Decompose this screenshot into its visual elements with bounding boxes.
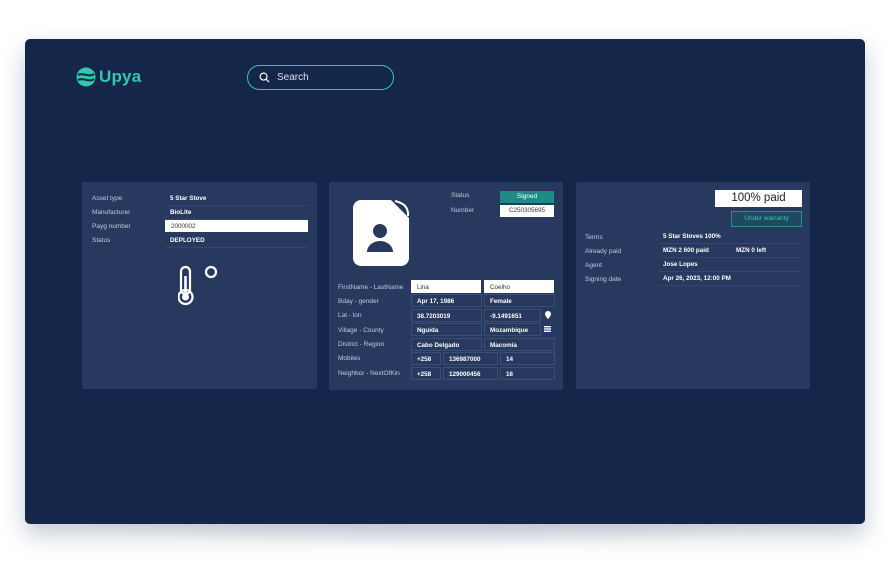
client-card: Status Signed Number C250305695 FirstNam… [329,182,563,390]
district-value: Cabo Delgado [411,338,482,351]
village-value: Nguida [411,323,482,336]
agent-value: Jose Lopes [663,261,698,268]
neighbor-count: 16 [500,367,555,380]
client-number-label: Number [451,207,475,214]
neighbor-label: Neighbor - NextOfKin [338,370,400,377]
upya-logo-icon [76,67,96,87]
divider [165,247,308,248]
name-label: FirstName - LastName [338,284,404,291]
divider [658,257,801,258]
agent-label: Agent [585,262,602,269]
lat-value: 38.7203019 [411,309,482,322]
asset-card: Asset type 5 Star Stove Manufacturer Bio… [82,182,317,389]
status-value: DEPLOYED [170,237,205,244]
manufacturer-value: BioLite [170,209,192,216]
asset-type-value: 5 Star Stove [170,195,207,202]
lat-lon-label: Lat - lon [338,312,362,319]
divider [658,271,801,272]
mobiles-label: Mobiles [338,355,361,362]
neighbor-prefix: +258 [411,367,441,380]
mobile-count: 14 [500,352,555,365]
status-label: Status [92,237,111,244]
user-file-icon [353,198,411,266]
manufacturer-label: Manufacturer [92,209,131,216]
asset-type-label: Asset type [92,195,123,202]
payg-number-label: Payg number [92,223,131,230]
already-paid-value: MZN 2 600 paid [663,247,709,254]
first-name-field[interactable]: Lina [411,280,481,293]
already-paid-label: Already paid [585,248,622,255]
terms-value: 5 Star Stoves 100% [663,233,721,240]
village-county-label: Village - County [338,327,384,334]
search-bar[interactable] [247,65,394,90]
county-value: Mozambique [484,323,541,336]
thermometer-icon [178,265,218,306]
contract-card: 100% paid Under warranty Terms 5 Star St… [576,182,810,389]
mobile-number: 136987000 [443,352,498,365]
payg-number-field[interactable]: 2000002 [165,220,308,232]
search-input[interactable] [277,72,377,83]
brand-name: Upya [99,67,142,86]
bday-value: Apr 17, 1986 [411,294,482,307]
last-name-field[interactable]: Coelho [484,280,554,293]
client-number-value: C250305695 [500,205,554,217]
district-region-label: District - Region [338,341,385,348]
lon-value: -9.1491651 [484,309,541,322]
signing-date-label: Signing date [585,276,622,283]
region-value: Macomia [484,338,555,351]
gender-value: Female [484,294,555,307]
amount-left-value: MZN 0 left [736,247,767,254]
divider [658,243,801,244]
warranty-button[interactable]: Under warranty [731,211,802,227]
brand-logo[interactable]: Upya [76,67,141,87]
divider [658,285,801,286]
app-window: Upya Asset type 5 Star Stove Manufacture… [25,39,865,524]
divider [165,205,308,206]
neighbor-number: 129000456 [443,367,498,380]
client-status-label: Status [451,192,470,199]
bday-gender-label: Bday - gender [338,298,379,305]
mobile-prefix: +258 [411,352,441,365]
list-icon[interactable] [544,326,551,332]
status-badge: Signed [500,191,554,203]
search-icon [259,72,270,83]
paid-status: 100% paid [715,190,802,207]
signing-date-value: Apr 26, 2023, 12:00 PM [663,275,731,282]
map-pin-icon[interactable] [545,311,551,319]
terms-label: Terms [585,234,603,241]
